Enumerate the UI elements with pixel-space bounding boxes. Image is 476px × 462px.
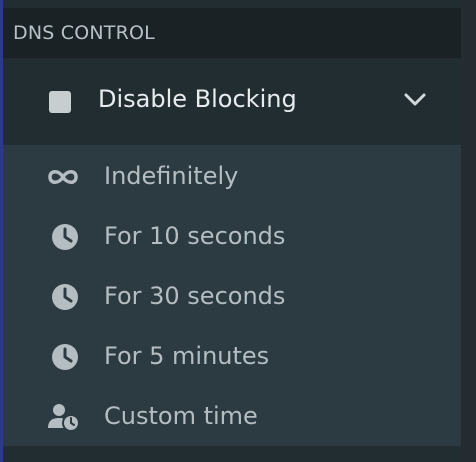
menu-item-30-seconds[interactable]: For 30 seconds	[3, 267, 461, 327]
right-gutter	[461, 0, 476, 462]
menu-item-label: Indefinitely	[104, 162, 239, 190]
menu-item-label: For 5 minutes	[104, 342, 270, 370]
infinity-icon	[48, 170, 78, 184]
section-title: DNS CONTROL	[13, 22, 155, 44]
clock-icon	[52, 344, 78, 370]
menu-item-10-seconds[interactable]: For 10 seconds	[3, 207, 461, 267]
sidebar-section-header: DNS CONTROL	[3, 8, 461, 58]
menu-item-custom-time[interactable]: Custom time	[3, 387, 461, 447]
user-clock-icon	[48, 404, 80, 432]
chevron-down-icon[interactable]	[403, 92, 427, 108]
square-icon	[49, 91, 71, 113]
menu-item-label: Custom time	[104, 402, 258, 430]
disable-blocking-toggle[interactable]: Disable Blocking	[3, 58, 461, 145]
menu-item-label: For 30 seconds	[104, 282, 286, 310]
menu-item-5-minutes[interactable]: For 5 minutes	[3, 327, 461, 387]
clock-icon	[52, 284, 78, 310]
toggle-label: Disable Blocking	[98, 85, 297, 113]
clock-icon	[52, 224, 78, 250]
disable-blocking-submenu: Indefinitely For 10 seconds For 30 secon…	[3, 145, 461, 446]
menu-item-label: For 10 seconds	[104, 222, 286, 250]
menu-item-indefinitely[interactable]: Indefinitely	[3, 147, 461, 207]
